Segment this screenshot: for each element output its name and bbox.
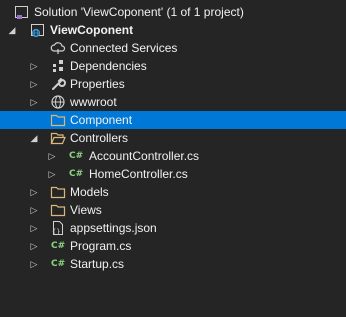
folder-icon bbox=[50, 112, 66, 128]
folder-icon bbox=[50, 184, 66, 200]
chevron-right-icon[interactable]: ▷ bbox=[28, 255, 40, 273]
chevron-expanded-icon[interactable]: ◢ bbox=[28, 129, 40, 147]
project-label: ViewCoponent bbox=[50, 23, 134, 37]
chevron-right-icon[interactable]: ▷ bbox=[28, 57, 40, 75]
csharp-file-icon: C# bbox=[51, 259, 66, 269]
solution-node[interactable]: Solution 'ViewCoponent' (1 of 1 project) bbox=[0, 3, 346, 21]
tree-item-wwwroot[interactable]: ▷ wwwroot bbox=[0, 93, 346, 111]
tree-item-accountcontroller[interactable]: ▷ C# AccountController.cs bbox=[0, 147, 346, 165]
tree-item-label: appsettings.json bbox=[70, 221, 157, 235]
tree-item-label: AccountController.cs bbox=[89, 149, 200, 163]
csharp-file-icon: C# bbox=[69, 151, 84, 161]
tree-item-label: Component bbox=[70, 113, 133, 127]
chevron-right-icon[interactable]: ▷ bbox=[28, 219, 40, 237]
tree-item-homecontroller[interactable]: ▷ C# HomeController.cs bbox=[0, 165, 346, 183]
tree-item-label: wwwroot bbox=[70, 95, 117, 109]
chevron-right-icon[interactable]: ▷ bbox=[46, 147, 58, 165]
csharp-file-icon: C# bbox=[69, 169, 84, 179]
json-file-icon: {} bbox=[50, 220, 66, 236]
tree-item-label: Controllers bbox=[70, 131, 129, 145]
dependencies-icon bbox=[50, 58, 66, 74]
tree-item-label: HomeController.cs bbox=[89, 167, 188, 181]
project-node[interactable]: ◢ ViewCoponent bbox=[0, 21, 346, 39]
chevron-expanded-icon[interactable]: ◢ bbox=[6, 21, 18, 39]
tree-item-label: Models bbox=[70, 185, 109, 199]
wrench-icon bbox=[50, 76, 66, 92]
solution-label: Solution 'ViewCoponent' (1 of 1 project) bbox=[34, 5, 244, 19]
solution-icon bbox=[14, 4, 30, 20]
folder-open-icon bbox=[50, 130, 66, 146]
solution-explorer-tree: Solution 'ViewCoponent' (1 of 1 project)… bbox=[0, 0, 346, 317]
tree-item-program[interactable]: ▷ C# Program.cs bbox=[0, 237, 346, 255]
tree-item-appsettings[interactable]: ▷ {} appsettings.json bbox=[0, 219, 346, 237]
csharp-file-icon: C# bbox=[51, 241, 66, 251]
tree-item-views[interactable]: ▷ Views bbox=[0, 201, 346, 219]
tree-item-label: Dependencies bbox=[70, 59, 147, 73]
globe-icon bbox=[50, 94, 66, 110]
chevron-right-icon[interactable]: ▷ bbox=[46, 165, 58, 183]
tree-item-dependencies[interactable]: ▷ Dependencies bbox=[0, 57, 346, 75]
tree-item-label: Startup.cs bbox=[70, 257, 125, 271]
chevron-right-icon[interactable]: ▷ bbox=[28, 201, 40, 219]
cloud-connected-icon bbox=[50, 40, 66, 56]
tree-item-label: Connected Services bbox=[70, 41, 178, 55]
web-project-icon bbox=[30, 22, 46, 38]
folder-icon bbox=[50, 202, 66, 218]
tree-item-controllers[interactable]: ◢ Controllers bbox=[0, 129, 346, 147]
chevron-right-icon[interactable]: ▷ bbox=[28, 93, 40, 111]
tree-item-connected-services[interactable]: Connected Services bbox=[0, 39, 346, 57]
tree-item-component[interactable]: Component bbox=[0, 111, 346, 129]
chevron-right-icon[interactable]: ▷ bbox=[28, 237, 40, 255]
tree-item-startup[interactable]: ▷ C# Startup.cs bbox=[0, 255, 346, 273]
svg-text:{}: {} bbox=[52, 228, 60, 236]
tree-item-label: Properties bbox=[70, 77, 125, 91]
tree-item-models[interactable]: ▷ Models bbox=[0, 183, 346, 201]
tree-item-properties[interactable]: ▷ Properties bbox=[0, 75, 346, 93]
tree-item-label: Program.cs bbox=[70, 239, 132, 253]
chevron-right-icon[interactable]: ▷ bbox=[28, 75, 40, 93]
chevron-right-icon[interactable]: ▷ bbox=[28, 183, 40, 201]
tree-item-label: Views bbox=[70, 203, 102, 217]
